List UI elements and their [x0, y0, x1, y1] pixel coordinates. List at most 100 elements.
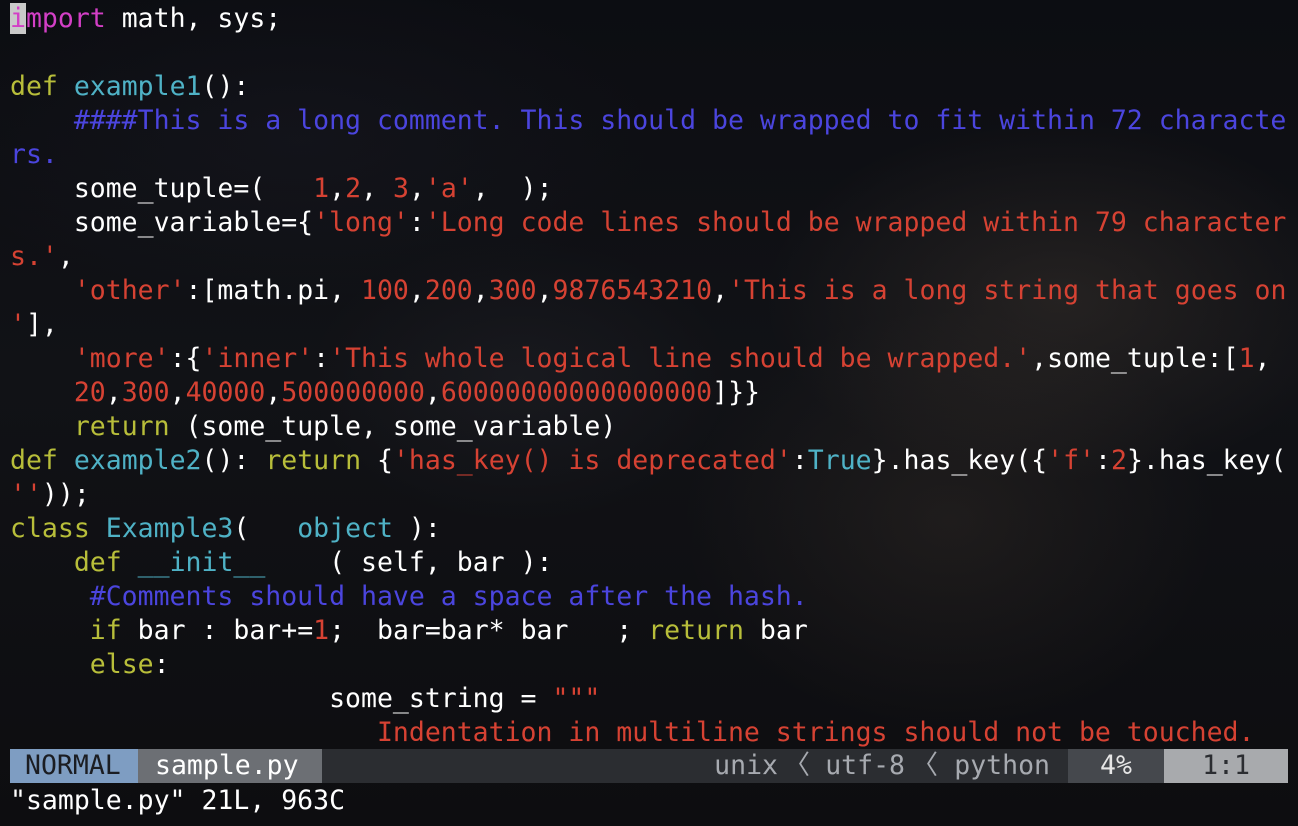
code-token: : — [153, 649, 170, 680]
code-token: 'long' — [313, 207, 409, 238]
status-separator: 〈 — [911, 750, 939, 781]
code-token: example1 — [73, 71, 202, 102]
code-token: 20 — [73, 377, 106, 408]
code-line[interactable]: #Comments should have a space after the … — [10, 580, 1290, 614]
code-token: Example3 — [105, 513, 234, 544]
code-token: )); — [41, 479, 90, 510]
code-token: s.' — [10, 241, 58, 272]
code-token: }.has_key({ — [871, 445, 1048, 476]
code-token: , — [536, 275, 553, 306]
code-token: """ — [552, 683, 601, 714]
code-token: True — [807, 445, 872, 476]
code-token: class — [10, 513, 90, 544]
text-cursor: i — [10, 3, 26, 34]
code-token: , ); — [472, 173, 553, 204]
code-line[interactable]: class Example3( object ): — [10, 512, 1290, 546]
code-token: 60000000000000000 — [440, 377, 713, 408]
code-line[interactable]: def example2(): return {'has_key() is de… — [10, 444, 1290, 478]
code-line[interactable]: if bar : bar+=1; bar=bar* bar ; return b… — [10, 614, 1290, 648]
code-token: : — [408, 207, 425, 238]
code-token: : — [791, 445, 808, 476]
status-percent: 4% — [1068, 749, 1164, 783]
code-token: 1 — [1238, 343, 1255, 374]
code-token: Indentation in multiline strings should … — [10, 717, 1255, 748]
code-token: , — [424, 377, 441, 408]
code-line[interactable]: '')); — [10, 478, 1290, 512]
code-token: , — [712, 275, 729, 306]
code-token: : — [313, 343, 330, 374]
code-token: 'inner' — [201, 343, 314, 374]
code-token: def — [10, 71, 58, 102]
status-fileformat: unix — [714, 750, 778, 781]
code-token: 'more' — [73, 343, 170, 374]
code-token: 1 — [313, 173, 330, 204]
code-token: (): — [201, 445, 266, 476]
code-line[interactable]: 'more':{'inner':'This whole logical line… — [10, 342, 1290, 376]
code-token: , — [169, 377, 186, 408]
code-line[interactable]: s.', — [10, 240, 1290, 274]
code-token: object — [297, 513, 393, 544]
code-line[interactable]: rs. — [10, 138, 1290, 172]
code-token: 3 — [392, 173, 409, 204]
code-token: 'f' — [1047, 445, 1095, 476]
code-token: , — [1254, 343, 1271, 374]
code-token: 100 — [361, 275, 409, 306]
code-token: , — [472, 275, 489, 306]
code-token: , — [105, 377, 122, 408]
command-line[interactable]: "sample.py" 21L, 963C — [10, 784, 345, 818]
code-token: }.has_key( — [1126, 445, 1287, 476]
code-token: 500000000 — [281, 377, 425, 408]
code-token: ; bar=bar* bar ; — [329, 615, 649, 646]
code-token: 2 — [345, 173, 362, 204]
code-token: __init__ — [137, 547, 266, 578]
code-token: 'This whole logical line should be wrapp… — [329, 343, 1032, 374]
status-separator: 〈 — [783, 750, 811, 781]
code-token: return — [73, 411, 170, 442]
code-line[interactable] — [10, 36, 1290, 70]
code-token: :[math.pi, — [185, 275, 362, 306]
code-token: , — [329, 173, 346, 204]
code-line[interactable]: '], — [10, 308, 1290, 342]
code-token: 200 — [424, 275, 473, 306]
code-token: , — [361, 173, 393, 204]
code-line[interactable]: some_string = """ — [10, 682, 1290, 716]
code-line[interactable]: return (some_tuple, some_variable) — [10, 410, 1290, 444]
code-line[interactable]: some_variable={'long':'Long code lines s… — [10, 206, 1290, 240]
code-token: math, sys; — [105, 3, 282, 34]
code-line[interactable]: def __init__ ( self, bar ): — [10, 546, 1290, 580]
code-token: return — [265, 445, 362, 476]
code-line[interactable]: import math, sys; — [10, 2, 1290, 36]
code-line[interactable]: Indentation in multiline strings should … — [10, 716, 1290, 750]
code-token: bar — [743, 615, 808, 646]
code-token: 300 — [121, 377, 170, 408]
code-token: { — [361, 445, 393, 476]
code-token: 40000 — [185, 377, 266, 408]
status-filetype: python — [954, 750, 1050, 781]
code-token: ,some_tuple:[ — [1031, 343, 1239, 374]
code-line[interactable]: ####This is a long comment. This should … — [10, 104, 1290, 138]
code-line[interactable]: 'other':[math.pi, 100,200,300,9876543210… — [10, 274, 1290, 308]
code-token: if — [89, 615, 122, 646]
code-token: ####This is a long comment. This should … — [10, 105, 1287, 136]
code-token: :{ — [169, 343, 202, 374]
code-line[interactable]: def example1(): — [10, 70, 1290, 104]
code-token: '' — [10, 479, 42, 510]
code-token: mport — [25, 3, 106, 34]
code-token: 9876543210 — [552, 275, 713, 306]
code-line[interactable]: else: — [10, 648, 1290, 682]
editor-buffer[interactable]: import math, sys; def example1(): ####Th… — [10, 2, 1290, 750]
code-line[interactable]: 20,300,40000,500000000,60000000000000000… — [10, 376, 1290, 410]
code-token: ' — [10, 309, 26, 340]
code-token: ( — [233, 513, 298, 544]
code-line[interactable]: some_tuple=( 1,2, 3,'a', ); — [10, 172, 1290, 206]
code-token: : — [1095, 445, 1111, 476]
